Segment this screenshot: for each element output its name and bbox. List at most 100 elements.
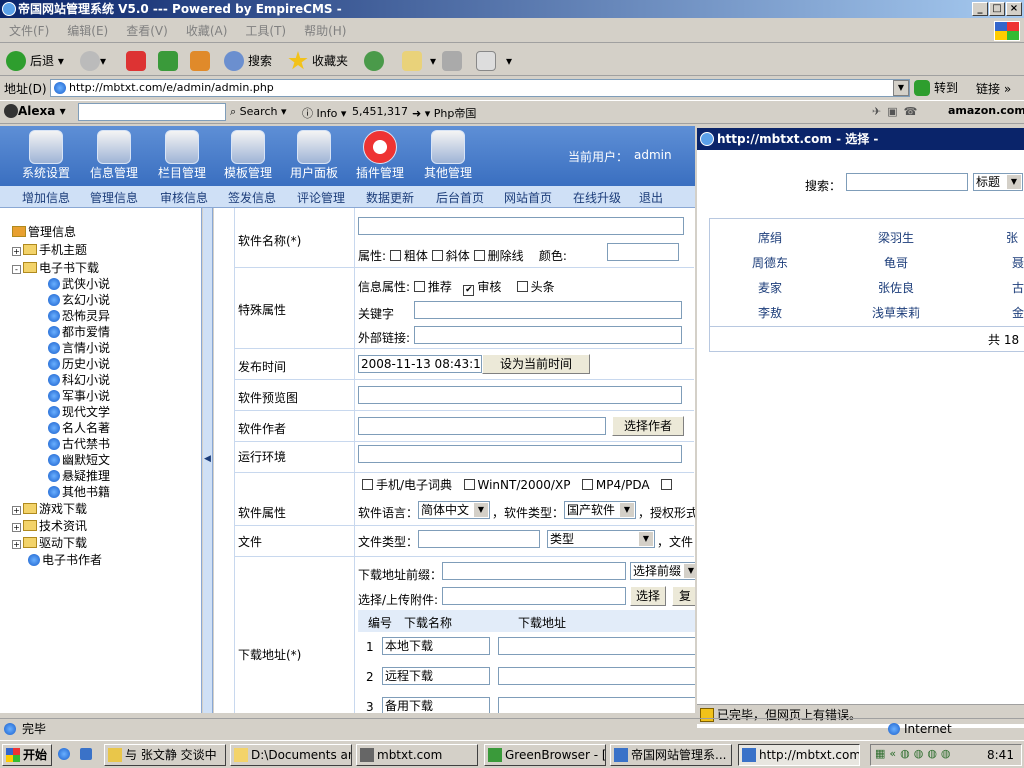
tree-leaf[interactable]: 科幻小说	[48, 372, 110, 388]
tree-leaf[interactable]: 玄幻小说	[48, 292, 110, 308]
forward-button[interactable]: ▾	[80, 50, 106, 72]
search-button[interactable]: 搜索	[224, 50, 272, 72]
env-mp4-checkbox[interactable]	[581, 479, 593, 490]
collapse-icon[interactable]: -	[12, 265, 21, 274]
tree-node-driver[interactable]: + 驱动下载	[12, 535, 87, 551]
tree-leaf[interactable]: 军事小说	[48, 388, 110, 404]
nav-plugin-manage[interactable]: 插件管理	[348, 130, 412, 181]
author-link[interactable]: 李敖	[758, 304, 782, 321]
tree-node-phone[interactable]: + 手机主题	[12, 242, 87, 258]
nav-other-manage[interactable]: 其他管理	[416, 130, 480, 181]
author-link[interactable]: 龟哥	[884, 254, 908, 271]
author-input[interactable]	[358, 417, 606, 435]
expand-icon[interactable]: +	[12, 506, 21, 515]
nav-user-panel[interactable]: 用户面板	[282, 130, 346, 181]
nav-system-settings[interactable]: 系统设置	[0, 130, 92, 181]
task-mbtxt[interactable]: mbtxt.com	[356, 744, 478, 766]
preview-input[interactable]	[358, 386, 682, 404]
software-name-input[interactable]	[358, 217, 684, 235]
keyword-input[interactable]	[414, 301, 682, 319]
author-link[interactable]: 金	[1012, 304, 1024, 321]
set-now-button[interactable]: 设为当前时间	[482, 354, 590, 374]
tree-node-tech[interactable]: + 技术资讯	[12, 518, 87, 534]
type-select[interactable]: 国产软件	[564, 501, 636, 519]
copy-button[interactable]: 复	[672, 586, 695, 606]
tree-root[interactable]: 管理信息	[12, 224, 76, 240]
nav-template-manage[interactable]: 模板管理	[216, 130, 280, 181]
links-button[interactable]: 链接 »	[976, 80, 1011, 97]
task-popup-active[interactable]: http://mbtxt.com...	[738, 744, 860, 766]
author-link[interactable]: 聂	[1012, 254, 1024, 271]
tray-icons[interactable]: ▦«◍◍◍◍	[875, 747, 955, 760]
tree-leaf[interactable]: 都市爱情	[48, 324, 110, 340]
subnav-add-info[interactable]: 增加信息	[22, 189, 70, 206]
nav-info-manage[interactable]: 信息管理	[82, 130, 146, 181]
dl-name-input[interactable]: 备用下载	[382, 697, 490, 713]
prefix-input[interactable]	[442, 562, 626, 580]
refresh-button[interactable]	[158, 50, 178, 72]
color-input[interactable]	[607, 243, 679, 261]
start-button[interactable]: 开始	[2, 744, 52, 766]
dl-name-input[interactable]: 本地下载	[382, 637, 490, 655]
menu-help[interactable]: 帮助(H)	[295, 19, 355, 43]
tree-leaf-author[interactable]: 电子书作者	[28, 552, 102, 568]
alexa-info-button[interactable]: ⓘ Info ▾	[302, 105, 346, 121]
bold-checkbox[interactable]	[389, 250, 401, 261]
address-dropdown-icon[interactable]: ▼	[893, 80, 909, 96]
quicklaunch-desktop-icon[interactable]	[80, 748, 92, 760]
nav-column-manage[interactable]: 栏目管理	[150, 130, 214, 181]
choose-author-button[interactable]: 选择作者	[612, 416, 684, 436]
tree-leaf[interactable]: 名人名著	[48, 420, 110, 436]
external-link-input[interactable]	[414, 326, 682, 344]
file-type-input[interactable]	[418, 530, 540, 548]
quicklaunch-ie-icon[interactable]	[58, 748, 70, 760]
author-link[interactable]: 张佐良	[878, 279, 914, 296]
env-more-checkbox[interactable]	[661, 479, 673, 490]
env-winnt-checkbox[interactable]	[463, 479, 475, 490]
alexa-logo[interactable]: Alexa ▾	[4, 104, 66, 118]
expand-icon[interactable]: +	[12, 540, 21, 549]
task-chat[interactable]: 与 张文静 交谈中	[104, 744, 226, 766]
dl-url-input[interactable]	[498, 637, 695, 655]
mail-button[interactable]: ▾	[402, 50, 436, 72]
recommend-checkbox[interactable]	[413, 281, 425, 292]
menu-edit[interactable]: 编辑(E)	[58, 19, 117, 43]
address-input[interactable]: http://mbtxt.com/e/admin/admin.php	[50, 79, 910, 97]
tree-node-games[interactable]: + 游戏下载	[12, 501, 87, 517]
tree-leaf[interactable]: 恐怖灵异	[48, 308, 110, 324]
task-empirecms[interactable]: 帝国网站管理系...	[610, 744, 732, 766]
close-button[interactable]: ×	[1006, 2, 1022, 16]
prefix-select[interactable]: 选择前缀	[630, 562, 695, 580]
task-folder[interactable]: D:\Documents an...	[230, 744, 352, 766]
popup-search-input[interactable]	[846, 173, 968, 191]
tree-leaf[interactable]: 幽默短文	[48, 452, 110, 468]
author-link[interactable]: 周德东	[752, 254, 788, 271]
task-greenbrowser[interactable]: GreenBrowser - [...	[484, 744, 606, 766]
tree-leaf[interactable]: 悬疑推理	[48, 468, 110, 484]
expand-icon[interactable]: +	[12, 247, 21, 256]
collapse-left-icon[interactable]: ◀	[204, 454, 211, 464]
author-link[interactable]: 古	[1012, 279, 1024, 296]
author-link[interactable]: 麦家	[758, 279, 782, 296]
publish-time-input[interactable]: 2008-11-13 08:43:19	[358, 355, 482, 373]
popup-search-select[interactable]: 标题	[973, 173, 1023, 191]
alexa-tool-icons[interactable]: ✈▣☎	[872, 105, 923, 118]
alexa-search-input[interactable]	[78, 103, 226, 121]
menu-favorites[interactable]: 收藏(A)	[177, 19, 237, 43]
dl-name-input[interactable]: 远程下载	[382, 667, 490, 685]
stop-button[interactable]	[126, 50, 146, 72]
history-button[interactable]	[364, 50, 384, 72]
author-link[interactable]: 张	[1006, 229, 1018, 246]
language-select[interactable]: 简体中文	[418, 501, 490, 519]
dl-url-input[interactable]	[498, 667, 695, 685]
back-button[interactable]: 后退 ▾	[6, 50, 64, 72]
tree-leaf[interactable]: 历史小说	[48, 356, 110, 372]
subnav-data-update[interactable]: 数据更新	[366, 189, 414, 206]
menu-view[interactable]: 查看(V)	[117, 19, 177, 43]
splitter[interactable]: ◀	[203, 208, 213, 713]
minimize-button[interactable]: _	[972, 2, 988, 16]
author-link[interactable]: 席绢	[758, 229, 782, 246]
subnav-site-home[interactable]: 网站首页	[504, 189, 552, 206]
subnav-admin-home[interactable]: 后台首页	[436, 189, 484, 206]
tree-leaf[interactable]: 言情小说	[48, 340, 110, 356]
